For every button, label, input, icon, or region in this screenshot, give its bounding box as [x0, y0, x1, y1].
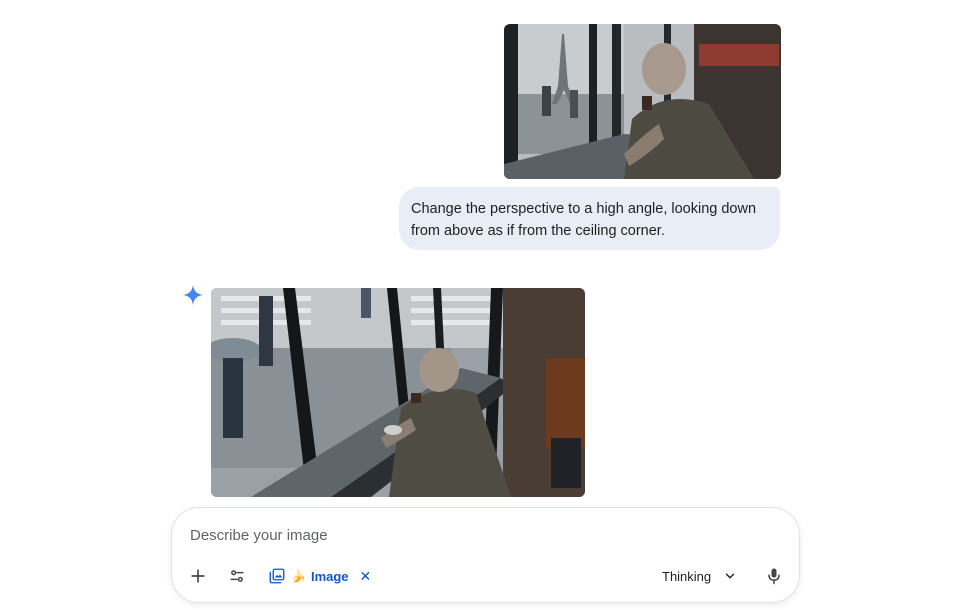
prompt-composer: 🍌 Image ✕ Thinking [171, 507, 800, 603]
mode-selector[interactable]: Thinking [662, 563, 737, 589]
high-angle-cafe-photo [211, 288, 585, 497]
cafe-window-photo [504, 24, 781, 179]
prompt-input[interactable] [190, 524, 750, 546]
remove-chip-button[interactable]: ✕ [360, 568, 372, 585]
add-button[interactable] [182, 560, 214, 592]
image-chip-label: Image [310, 568, 349, 584]
spark-icon [182, 284, 204, 306]
mode-label: Thinking [662, 568, 712, 584]
tune-icon [230, 570, 244, 582]
user-prompt-text: Change the perspective to a high angle, … [411, 201, 757, 239]
image-library-icon [269, 568, 285, 584]
image-tool-chip[interactable]: 🍌 Image ✕ [264, 563, 375, 589]
mic-icon [768, 568, 780, 585]
chevron-down-icon [725, 573, 735, 579]
user-uploaded-image[interactable] [504, 24, 781, 179]
generated-image[interactable] [211, 288, 585, 497]
plus-icon [191, 569, 205, 583]
mic-button[interactable] [758, 560, 790, 592]
tools-button[interactable] [221, 560, 253, 592]
banana-emoji: 🍌 [291, 569, 306, 583]
user-prompt-bubble: Change the perspective to a high angle, … [399, 187, 780, 250]
